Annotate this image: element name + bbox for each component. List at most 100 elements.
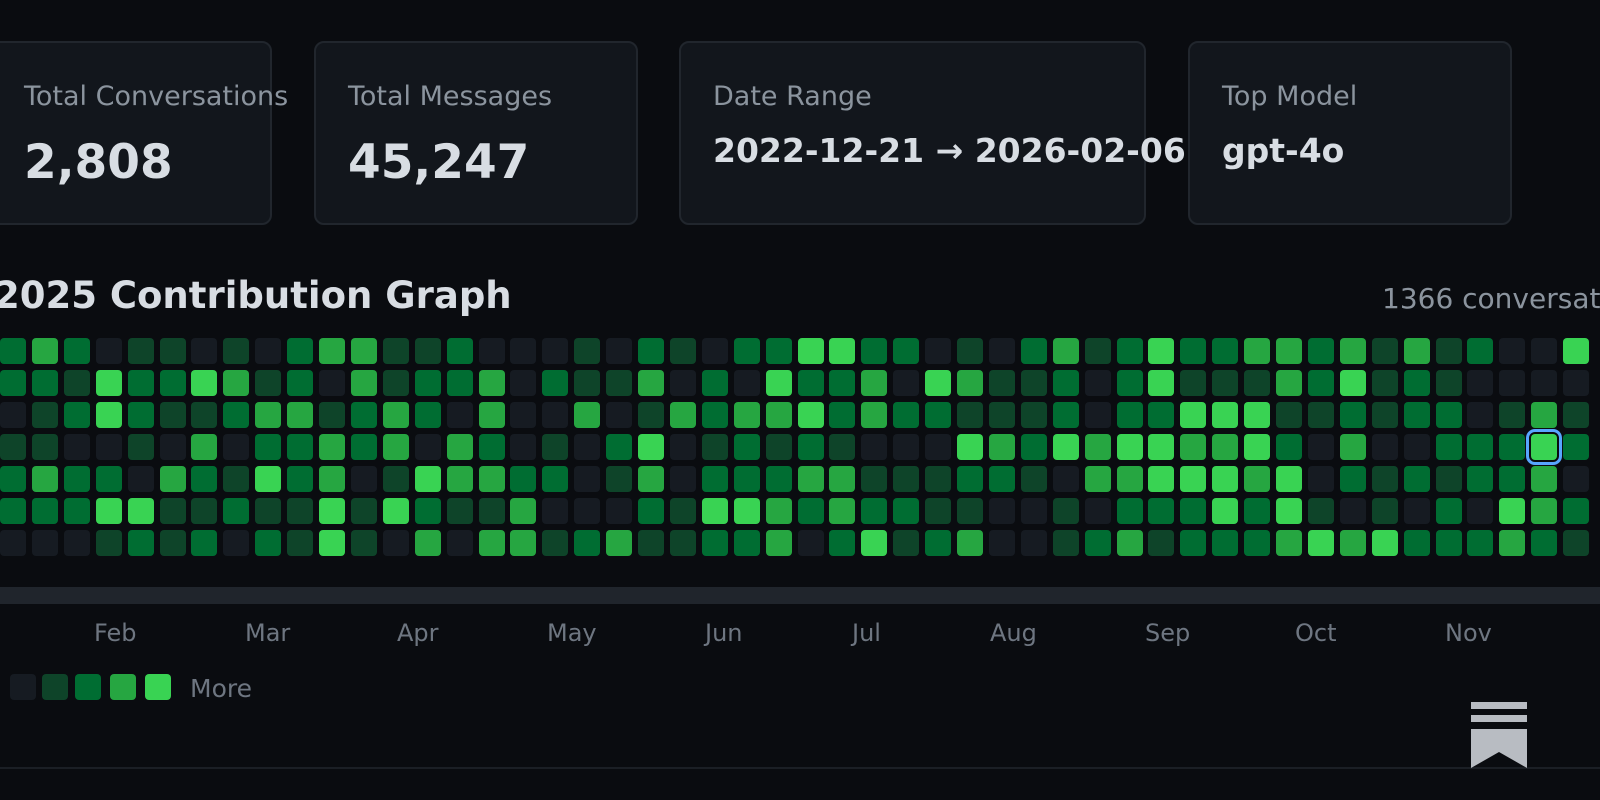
contribution-cell[interactable] [1531,498,1558,524]
contribution-cell[interactable] [191,338,218,364]
contribution-cell[interactable] [223,338,250,364]
contribution-cell[interactable] [319,338,345,364]
contribution-cell[interactable] [1371,338,1398,364]
contribution-cell[interactable] [510,466,537,492]
contribution-cell[interactable] [1148,530,1175,556]
contribution-cell[interactable] [1116,466,1143,492]
contribution-cell[interactable] [1052,434,1079,460]
contribution-cell[interactable] [127,434,154,460]
horizontal-scrollbar[interactable] [0,587,1600,604]
contribution-cell[interactable] [1244,434,1271,460]
contribution-cell[interactable] [542,498,569,524]
contribution-cell[interactable] [478,466,505,492]
contribution-cell[interactable] [574,370,601,396]
contribution-cell[interactable] [1339,498,1366,524]
contribution-cell[interactable] [861,402,888,428]
contribution-cell[interactable] [988,530,1015,556]
contribution-cell[interactable] [1276,434,1302,460]
contribution-cell[interactable] [350,498,377,524]
contribution-cell[interactable] [669,466,696,492]
contribution-cell[interactable] [1531,338,1558,364]
contribution-cell[interactable] [1435,498,1462,524]
contribution-cell[interactable] [159,466,186,492]
contribution-cell[interactable] [1244,498,1271,524]
contribution-cell[interactable] [861,370,888,396]
contribution-cell[interactable] [861,466,888,492]
contribution-cell[interactable] [542,434,569,460]
contribution-cell[interactable] [606,402,633,428]
contribution-cell[interactable] [1307,338,1334,364]
contribution-cell[interactable] [446,466,473,492]
contribution-cell[interactable] [988,498,1015,524]
contribution-cell[interactable] [1307,498,1334,524]
contribution-cell[interactable] [0,434,26,460]
contribution-cell[interactable] [510,370,537,396]
contribution-cell[interactable] [127,370,154,396]
contribution-cell[interactable] [31,434,58,460]
contribution-cell[interactable] [638,530,664,556]
contribution-cell[interactable] [223,370,250,396]
contribution-cell[interactable] [893,338,920,364]
contribution-cell[interactable] [319,498,345,524]
contribution-cell[interactable] [1020,466,1047,492]
contribution-cell[interactable] [1371,530,1398,556]
contribution-cell[interactable] [446,434,473,460]
contribution-cell[interactable] [446,402,473,428]
contribution-cell[interactable] [957,498,983,524]
contribution-cell[interactable] [1307,530,1334,556]
bookmark-icon[interactable] [1471,702,1527,768]
contribution-cell[interactable] [733,402,760,428]
contribution-cell[interactable] [638,466,664,492]
contribution-cell[interactable] [765,338,792,364]
contribution-cell[interactable] [1244,338,1271,364]
contribution-cell[interactable] [925,402,952,428]
contribution-cell[interactable] [31,338,58,364]
contribution-cell[interactable] [63,338,90,364]
contribution-cell[interactable] [1276,498,1302,524]
contribution-cell[interactable] [1180,338,1207,364]
contribution-cell[interactable] [478,498,505,524]
contribution-cell[interactable] [319,402,345,428]
contribution-cell[interactable] [1020,434,1047,460]
contribution-cell[interactable] [1371,498,1398,524]
contribution-cell[interactable] [1212,370,1239,396]
contribution-cell[interactable] [382,370,409,396]
contribution-cell[interactable] [1276,402,1302,428]
contribution-cell[interactable] [797,338,824,364]
contribution-cell[interactable] [350,402,377,428]
contribution-cell[interactable] [733,466,760,492]
contribution-cell[interactable] [669,434,696,460]
contribution-cell[interactable] [255,466,282,492]
contribution-cell[interactable] [765,498,792,524]
contribution-cell[interactable] [669,402,696,428]
contribution-cell[interactable] [510,530,537,556]
contribution-cell[interactable] [95,434,122,460]
contribution-cell[interactable] [95,338,122,364]
contribution-cell[interactable] [159,402,186,428]
contribution-cell[interactable] [191,434,218,460]
contribution-cell[interactable] [0,338,26,364]
contribution-cell[interactable] [669,498,696,524]
contribution-cell[interactable] [861,338,888,364]
contribution-cell[interactable] [287,434,314,460]
contribution-cell[interactable] [765,466,792,492]
contribution-cell[interactable] [574,498,601,524]
contribution-cell[interactable] [1020,498,1047,524]
contribution-cell[interactable] [925,370,952,396]
contribution-cell[interactable] [414,466,441,492]
contribution-cell[interactable] [31,370,58,396]
contribution-cell[interactable] [574,434,601,460]
contribution-cell[interactable] [893,498,920,524]
contribution-cell[interactable] [255,370,282,396]
contribution-cell[interactable] [1531,402,1558,428]
contribution-cell[interactable] [1526,429,1563,465]
contribution-cell[interactable] [1467,434,1494,460]
contribution-cell[interactable] [1403,370,1430,396]
contribution-cell[interactable] [829,498,856,524]
contribution-cell[interactable] [1435,434,1462,460]
contribution-cell[interactable] [574,338,601,364]
contribution-cell[interactable] [446,498,473,524]
contribution-cell[interactable] [1116,530,1143,556]
contribution-cell[interactable] [574,530,601,556]
contribution-cell[interactable] [606,530,633,556]
